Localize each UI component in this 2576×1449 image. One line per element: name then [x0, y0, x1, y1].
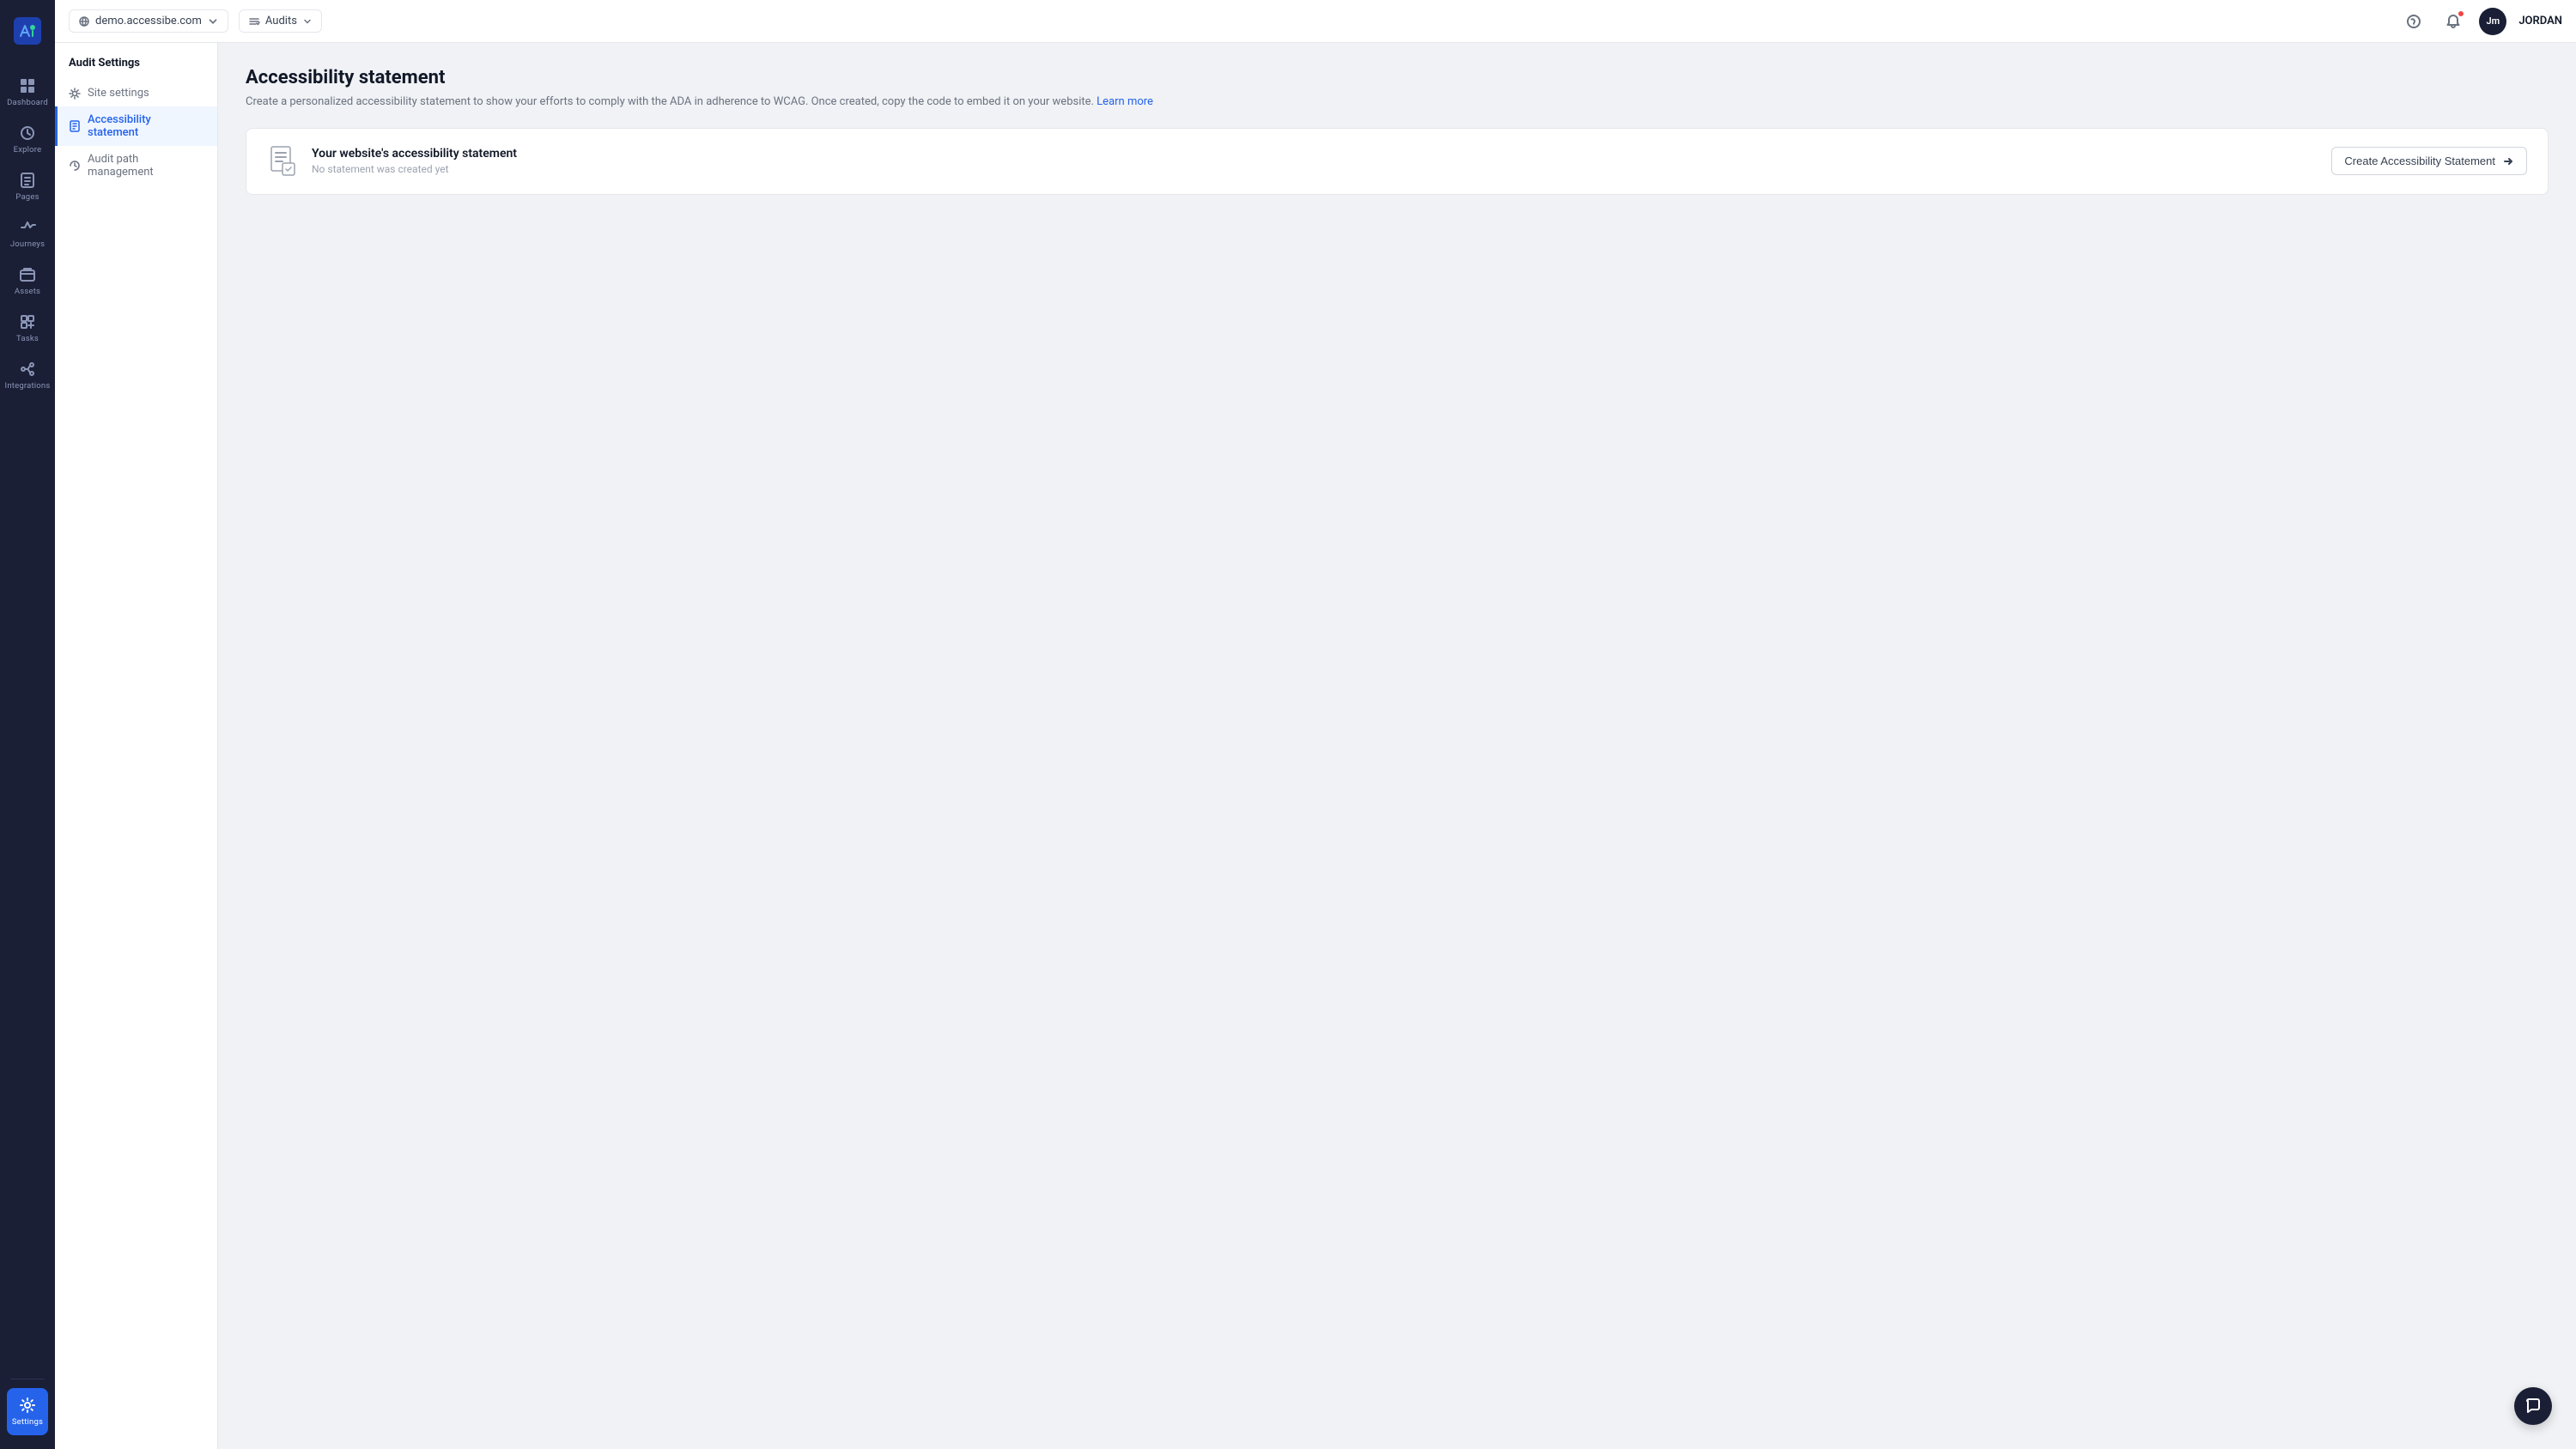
main-area: demo.accessibe.com Audits Jm JORDAN — [55, 0, 2576, 1449]
user-avatar[interactable]: Jm — [2479, 8, 2506, 35]
chat-icon — [2524, 1397, 2542, 1415]
sidebar-item-assets[interactable]: Assets — [0, 258, 55, 305]
chat-bubble-button[interactable] — [2514, 1387, 2552, 1425]
content-area: Audit Settings Site settings Accessibili… — [55, 43, 2576, 1449]
page-description: Create a personalized accessibility stat… — [246, 94, 2549, 111]
sub-sidebar-title: Audit Settings — [55, 57, 217, 80]
sidebar-item-explore[interactable]: Explore — [0, 116, 55, 163]
site-settings-icon — [69, 88, 81, 100]
domain-chevron-icon — [207, 15, 219, 27]
settings-nav-item[interactable]: Settings — [7, 1388, 48, 1435]
learn-more-link[interactable]: Learn more — [1097, 95, 1153, 108]
app-logo[interactable] — [7, 10, 48, 55]
audits-icon — [248, 15, 260, 27]
sidebar-item-tasks[interactable]: Tasks — [0, 305, 55, 352]
domain-icon — [78, 15, 90, 27]
top-header: demo.accessibe.com Audits Jm JORDAN — [55, 0, 2576, 43]
help-icon — [2406, 14, 2421, 29]
page-content: Accessibility statement Create a persona… — [218, 43, 2576, 1449]
statement-card: Your website's accessibility statement N… — [246, 128, 2549, 195]
help-button[interactable] — [2400, 8, 2427, 35]
audits-selector[interactable]: Audits — [239, 9, 322, 33]
sidebar-item-dashboard[interactable]: Dashboard — [0, 69, 55, 116]
statement-title: Your website's accessibility statement — [312, 147, 517, 161]
header-left: demo.accessibe.com Audits — [69, 9, 322, 33]
audit-path-icon — [69, 160, 81, 172]
user-name[interactable]: JORDAN — [2518, 15, 2562, 27]
sidebar-item-integrations[interactable]: Integrations — [0, 352, 55, 399]
statement-text: Your website's accessibility statement N… — [312, 147, 517, 175]
statement-card-left: Your website's accessibility statement N… — [267, 146, 517, 177]
domain-selector[interactable]: demo.accessibe.com — [69, 9, 228, 33]
header-right: Jm JORDAN — [2400, 8, 2562, 35]
main-sidebar: Dashboard Explore Pages Journeys Assets … — [0, 0, 55, 1449]
sidebar-item-journeys[interactable]: Journeys — [0, 210, 55, 258]
sub-sidebar: Audit Settings Site settings Accessibili… — [55, 43, 218, 1449]
page-title: Accessibility statement — [246, 67, 2549, 88]
statement-document-icon — [267, 146, 298, 177]
sidebar-item-pages[interactable]: Pages — [0, 163, 55, 210]
sub-nav-audit-path-management[interactable]: Audit path management — [55, 146, 217, 185]
sub-nav-accessibility-statement[interactable]: Accessibility statement — [55, 106, 217, 146]
audits-chevron-icon — [302, 16, 313, 27]
sidebar-bottom: Settings — [0, 1373, 55, 1439]
statement-subtitle: No statement was created yet — [312, 163, 517, 175]
sub-nav-site-settings[interactable]: Site settings — [55, 80, 217, 106]
notifications-button[interactable] — [2439, 8, 2467, 35]
domain-text: demo.accessibe.com — [95, 15, 202, 27]
accessibility-statement-icon — [69, 120, 81, 132]
create-accessibility-statement-button[interactable]: Create Accessibility Statement — [2331, 147, 2527, 175]
arrow-right-icon — [2502, 155, 2514, 167]
audits-text: Audits — [265, 15, 297, 27]
notification-badge — [2457, 9, 2465, 18]
sidebar-top: Dashboard Explore Pages Journeys Assets … — [0, 10, 55, 399]
